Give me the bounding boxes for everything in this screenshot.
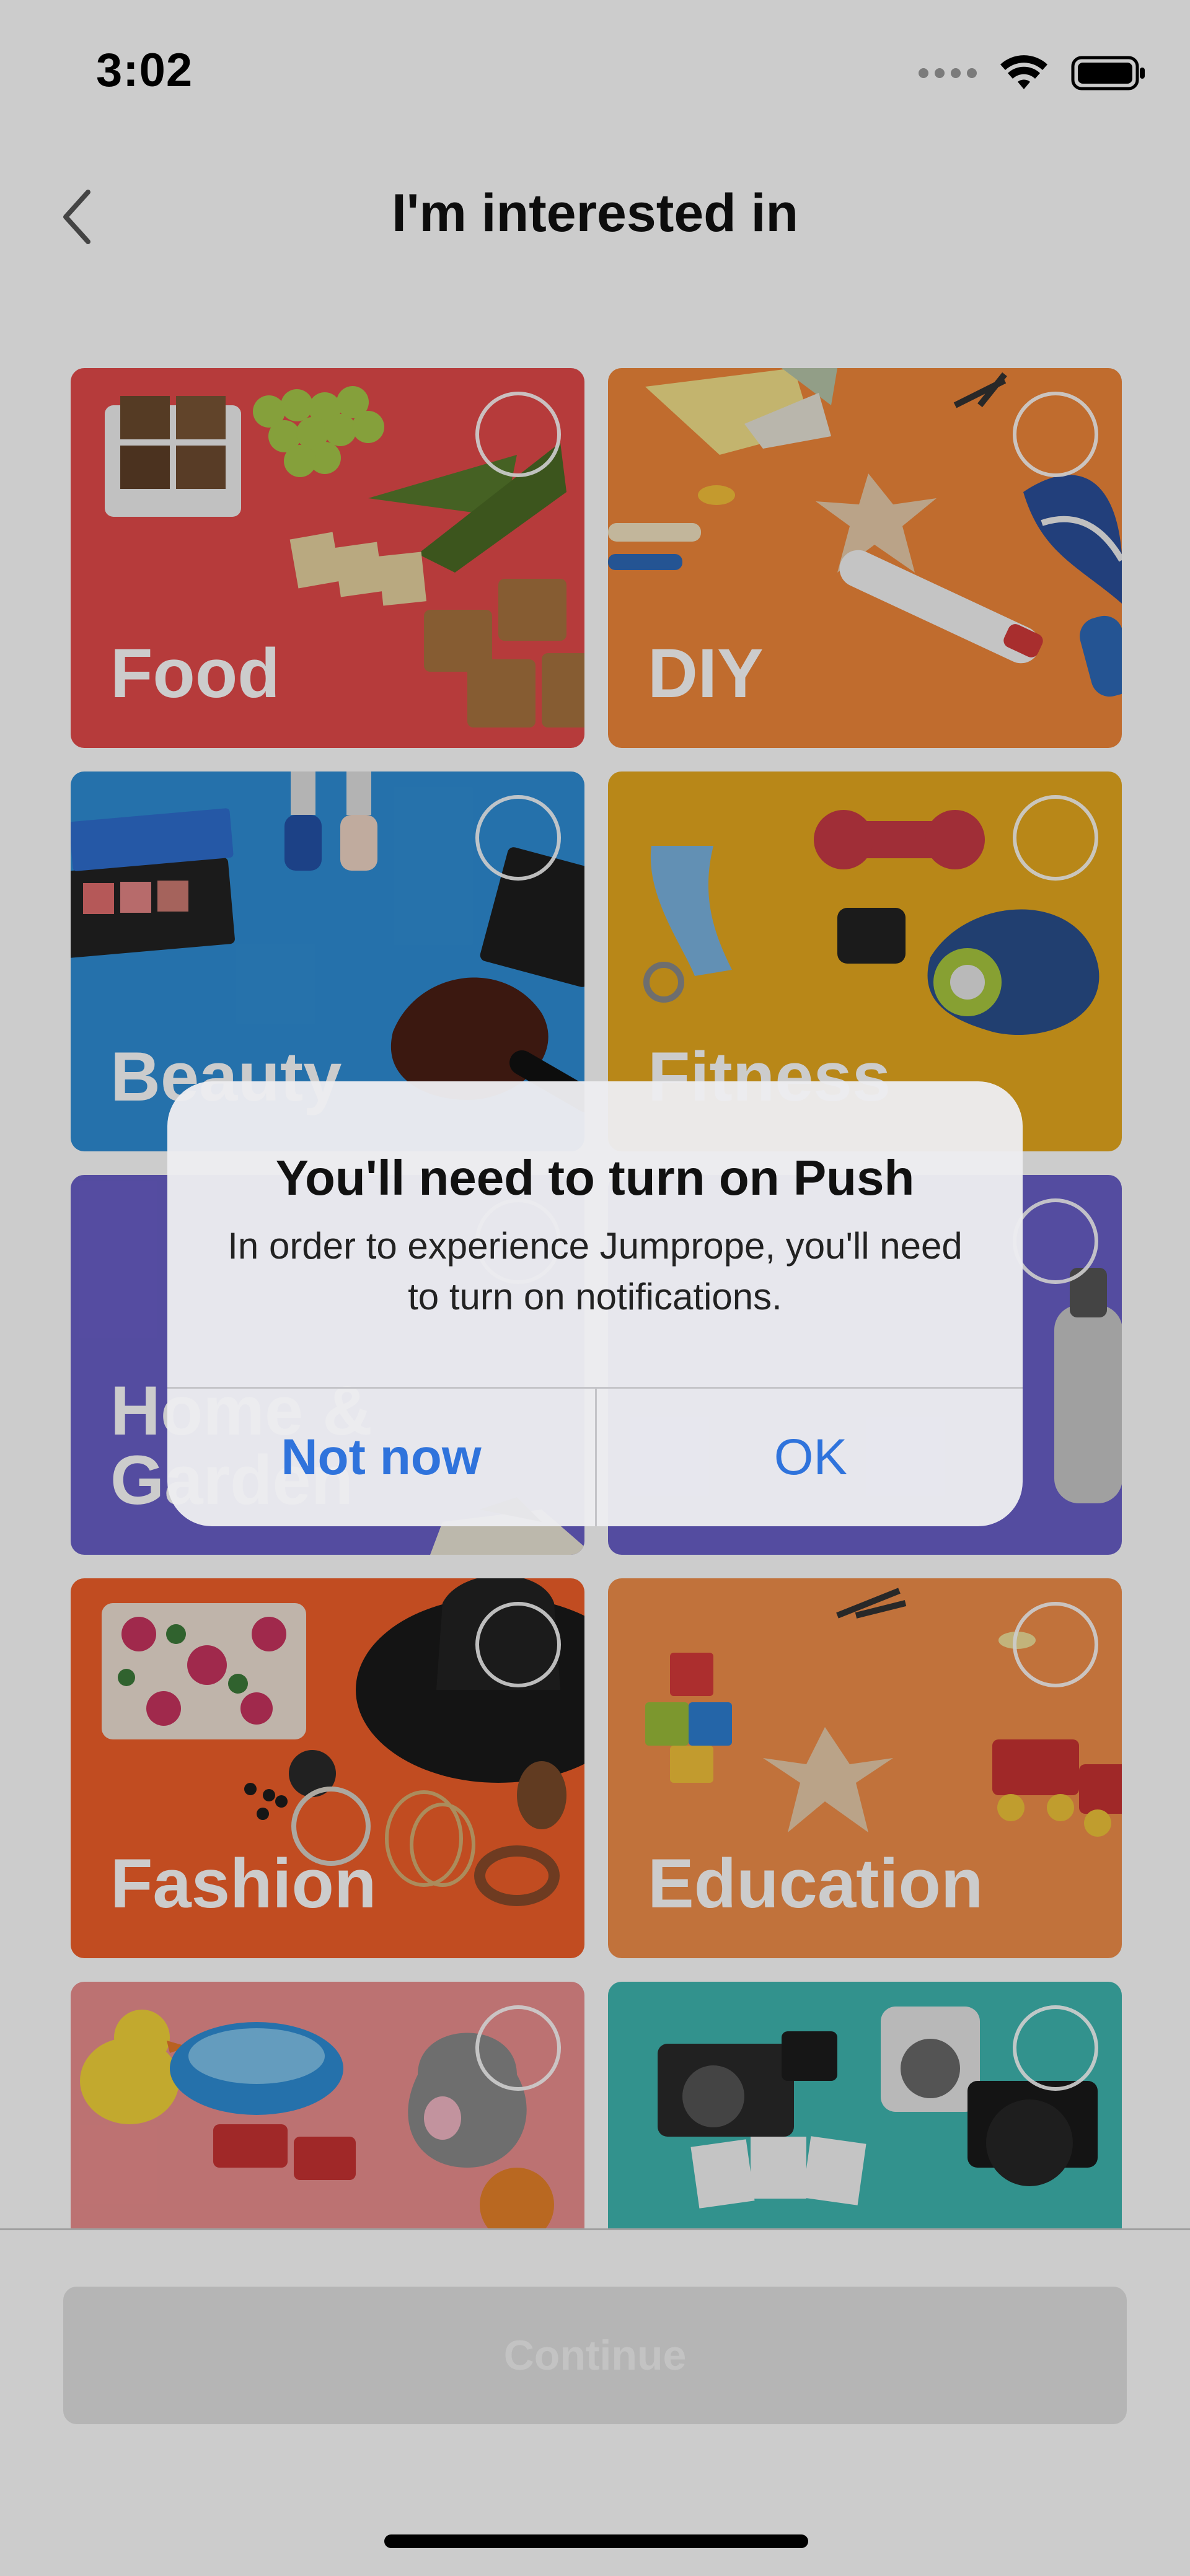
not-now-button[interactable]: Not now — [167, 1389, 595, 1526]
ok-button[interactable]: OK — [597, 1389, 1023, 1526]
alert-title: You'll need to turn on Push — [275, 1150, 915, 1205]
home-indicator — [384, 2534, 808, 2548]
alert-message: In order to experience Jumprope, you'll … — [227, 1225, 963, 1317]
push-permission-alert: You'll need to turn on Push In order to … — [167, 1081, 1023, 1526]
